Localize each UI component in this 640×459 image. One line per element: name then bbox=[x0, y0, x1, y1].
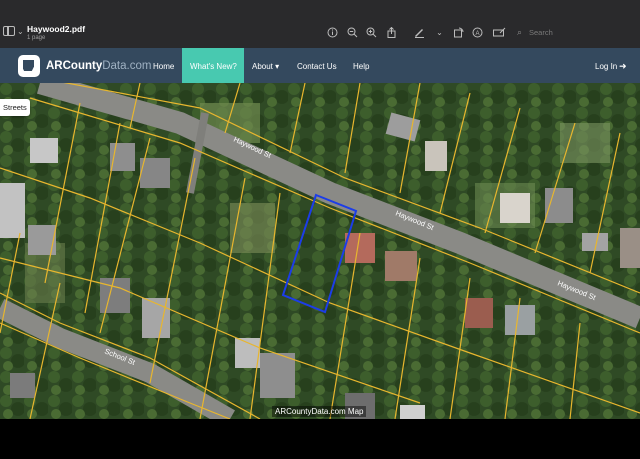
streets-layer-button[interactable]: Streets bbox=[0, 99, 30, 116]
annotate-icon[interactable]: A bbox=[472, 27, 483, 38]
map-credit: ARCountyData.com Map bbox=[272, 406, 367, 417]
viewer-bottom-area bbox=[0, 419, 640, 459]
brand-name[interactable]: ARCountyData.com bbox=[46, 60, 151, 72]
nav-whats-new[interactable]: What's New? bbox=[190, 62, 237, 71]
chevron-down-icon[interactable]: ⌄ bbox=[17, 27, 24, 36]
rotate-icon[interactable] bbox=[453, 27, 464, 38]
share-icon[interactable] bbox=[386, 27, 397, 38]
nav-home[interactable]: Home bbox=[153, 62, 174, 71]
search-icon: ⌕ bbox=[517, 27, 523, 37]
search-placeholder: Search bbox=[529, 28, 553, 37]
document-title: Haywood2.pdf bbox=[27, 24, 86, 34]
nav-help[interactable]: Help bbox=[353, 62, 369, 71]
zoom-out-icon[interactable] bbox=[347, 27, 358, 38]
brand-main: ARCounty bbox=[46, 60, 103, 72]
arcountydata-logo[interactable] bbox=[18, 55, 40, 77]
pdf-viewer-toolbar: ⌄ Haywood2.pdf 1 page ⌄ A ⌕ Search bbox=[0, 0, 640, 49]
nav-contact-us[interactable]: Contact Us bbox=[297, 62, 337, 71]
login-icon[interactable]: ➜ bbox=[619, 61, 627, 72]
nav-login[interactable]: Log In bbox=[595, 62, 617, 71]
markup-pen-icon[interactable] bbox=[414, 27, 425, 38]
site-navbar: ARCountyData.com Home What's New? About … bbox=[0, 48, 640, 83]
chevron-down-icon[interactable]: ⌄ bbox=[434, 27, 445, 38]
aerial-map-image: Haywood St Haywood St Haywood St School … bbox=[0, 83, 640, 419]
search-field[interactable]: ⌕ Search bbox=[515, 26, 640, 40]
parcel-map[interactable]: Haywood St Haywood St Haywood St School … bbox=[0, 83, 640, 419]
document-page-count: 1 page bbox=[27, 35, 46, 41]
nav-about[interactable]: About ▾ bbox=[252, 62, 279, 71]
brand-tail: Data.com bbox=[102, 60, 152, 72]
info-icon[interactable] bbox=[327, 27, 338, 38]
sidebar-toggle-icon[interactable] bbox=[3, 26, 15, 36]
zoom-in-icon[interactable] bbox=[366, 27, 377, 38]
form-fill-icon[interactable] bbox=[493, 27, 506, 38]
svg-text:A: A bbox=[475, 31, 479, 37]
